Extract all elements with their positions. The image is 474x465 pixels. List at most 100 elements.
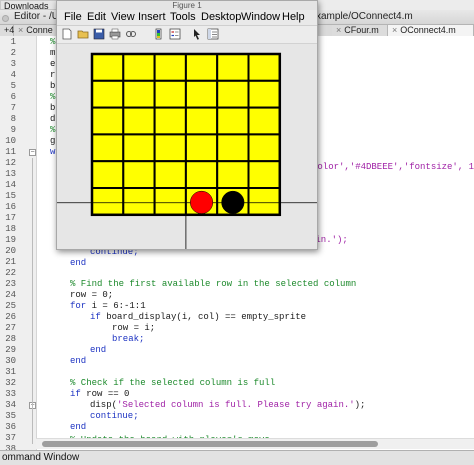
close-tab-icon[interactable]: × — [336, 25, 341, 35]
board-cell[interactable] — [122, 187, 156, 216]
board-cell[interactable] — [122, 79, 156, 109]
code-keyword: for — [70, 301, 87, 311]
menu-file[interactable]: File — [64, 10, 82, 25]
link-icon[interactable] — [125, 28, 137, 40]
board-cell[interactable] — [184, 53, 219, 82]
code-line-peek: % — [50, 37, 56, 47]
close-tab-icon[interactable]: × — [18, 25, 23, 35]
menu-help[interactable]: Help — [282, 10, 305, 25]
code-line-27: if board_display(i, col) == empty_sprite — [90, 312, 306, 323]
board-cell[interactable] — [91, 79, 125, 109]
board-cell[interactable] — [184, 160, 219, 189]
board-cell[interactable] — [184, 79, 219, 109]
code-text: i = 6:-1:1 — [86, 301, 146, 311]
line-number: 23 — [5, 279, 16, 289]
property-editor-icon[interactable] — [207, 28, 219, 40]
code-line-peek: d — [50, 114, 56, 124]
line-number: 10 — [5, 136, 16, 146]
board-cell[interactable] — [184, 133, 219, 163]
menu-view[interactable]: View — [111, 10, 135, 25]
editor-tab-oconnect4[interactable]: × OConnect4.m — [388, 25, 474, 36]
board-cell[interactable] — [91, 187, 125, 216]
board-cell[interactable] — [247, 79, 281, 109]
line-number: 26 — [5, 312, 16, 322]
menu-edit[interactable]: Edit — [87, 10, 106, 25]
line-number: 25 — [5, 301, 16, 311]
line-number: 19 — [5, 235, 16, 245]
menu-insert[interactable]: Insert — [138, 10, 166, 25]
board-cell[interactable] — [216, 160, 250, 189]
editor-tab-cfour[interactable]: × CFour.m — [332, 25, 388, 36]
insert-legend-icon[interactable] — [169, 28, 181, 40]
board-cell[interactable] — [153, 133, 187, 163]
menu-tools[interactable]: Tools — [170, 10, 196, 25]
board-cell[interactable] — [153, 79, 187, 109]
connect4-board[interactable] — [57, 44, 317, 249]
code-line-12-tail: Color','#4DBEEE','fontsize', 13, — [312, 162, 474, 173]
line-number: 3 — [10, 59, 16, 69]
line-number: 35 — [5, 411, 16, 421]
board-cell[interactable] — [153, 53, 187, 82]
code-text: row == 0 — [80, 389, 130, 399]
line-number: 16 — [5, 202, 16, 212]
menu-window[interactable]: Window — [241, 10, 280, 25]
board-cell[interactable] — [216, 106, 250, 136]
line-number: 36 — [5, 422, 16, 432]
board-cell[interactable] — [247, 187, 281, 216]
insert-colorbar-icon[interactable] — [153, 28, 165, 40]
editor-tab-overflow[interactable]: +4 — [0, 25, 14, 36]
board-cell[interactable] — [153, 160, 187, 189]
code-line-peek: e — [50, 59, 56, 69]
figure-window[interactable]: Figure 1 File Edit View Insert Tools Des… — [56, 0, 318, 250]
board-cell[interactable] — [153, 106, 187, 136]
command-window-header[interactable]: ommand Window — [0, 450, 474, 465]
line-number: 1 — [10, 37, 16, 47]
board-cell[interactable] — [91, 160, 125, 189]
board-cell[interactable] — [184, 106, 219, 136]
code-line-24: % Find the first available row in the se… — [70, 279, 357, 289]
horizontal-scrollbar[interactable] — [36, 438, 474, 449]
code-line-peek: w — [50, 147, 56, 157]
board-cell[interactable] — [153, 187, 187, 216]
close-tab-icon[interactable]: × — [392, 25, 397, 35]
game-piece-black — [221, 190, 245, 214]
new-figure-icon[interactable] — [61, 28, 73, 40]
line-number: 32 — [5, 378, 16, 388]
line-number: 34 — [5, 400, 16, 410]
board-cell[interactable] — [122, 53, 156, 82]
line-number: 37 — [5, 433, 16, 443]
code-string: 'Selected column is full. Please try aga… — [117, 400, 355, 410]
print-icon[interactable] — [109, 28, 121, 40]
tab-label: Conne — [26, 25, 53, 35]
board-cell[interactable] — [247, 106, 281, 136]
board-cell[interactable] — [247, 133, 281, 163]
save-icon[interactable] — [93, 28, 105, 40]
fold-guide — [32, 158, 33, 444]
fold-toggle-icon[interactable]: − — [29, 149, 36, 156]
code-line-peek: b — [50, 81, 56, 91]
board-cell[interactable] — [122, 106, 156, 136]
board-cell[interactable] — [216, 133, 250, 163]
board-cell[interactable] — [247, 160, 281, 189]
close-dot-icon[interactable] — [2, 15, 9, 22]
board-cell[interactable] — [216, 79, 250, 109]
line-number: 9 — [10, 125, 16, 135]
board-cell[interactable] — [91, 106, 125, 136]
code-keyword: if — [90, 312, 101, 322]
figure-toolbar — [57, 26, 317, 44]
downloads-tab[interactable]: Downloads — [0, 0, 60, 11]
board-cell[interactable] — [91, 53, 125, 82]
open-file-icon[interactable] — [77, 28, 89, 40]
board-cell[interactable] — [91, 133, 125, 163]
pointer-icon[interactable] — [191, 28, 203, 40]
figure-canvas[interactable] — [57, 44, 317, 249]
board-cell[interactable] — [247, 53, 281, 82]
board-cell[interactable] — [216, 53, 250, 82]
code-line-peek: m — [50, 48, 56, 58]
board-cell[interactable] — [122, 160, 156, 189]
menu-desktop[interactable]: Desktop — [201, 10, 241, 25]
scrollbar-thumb[interactable] — [42, 441, 378, 447]
board-cell[interactable] — [122, 133, 156, 163]
line-number: 18 — [5, 224, 16, 234]
editor-tab-conne[interactable]: × Conne — [14, 25, 62, 36]
